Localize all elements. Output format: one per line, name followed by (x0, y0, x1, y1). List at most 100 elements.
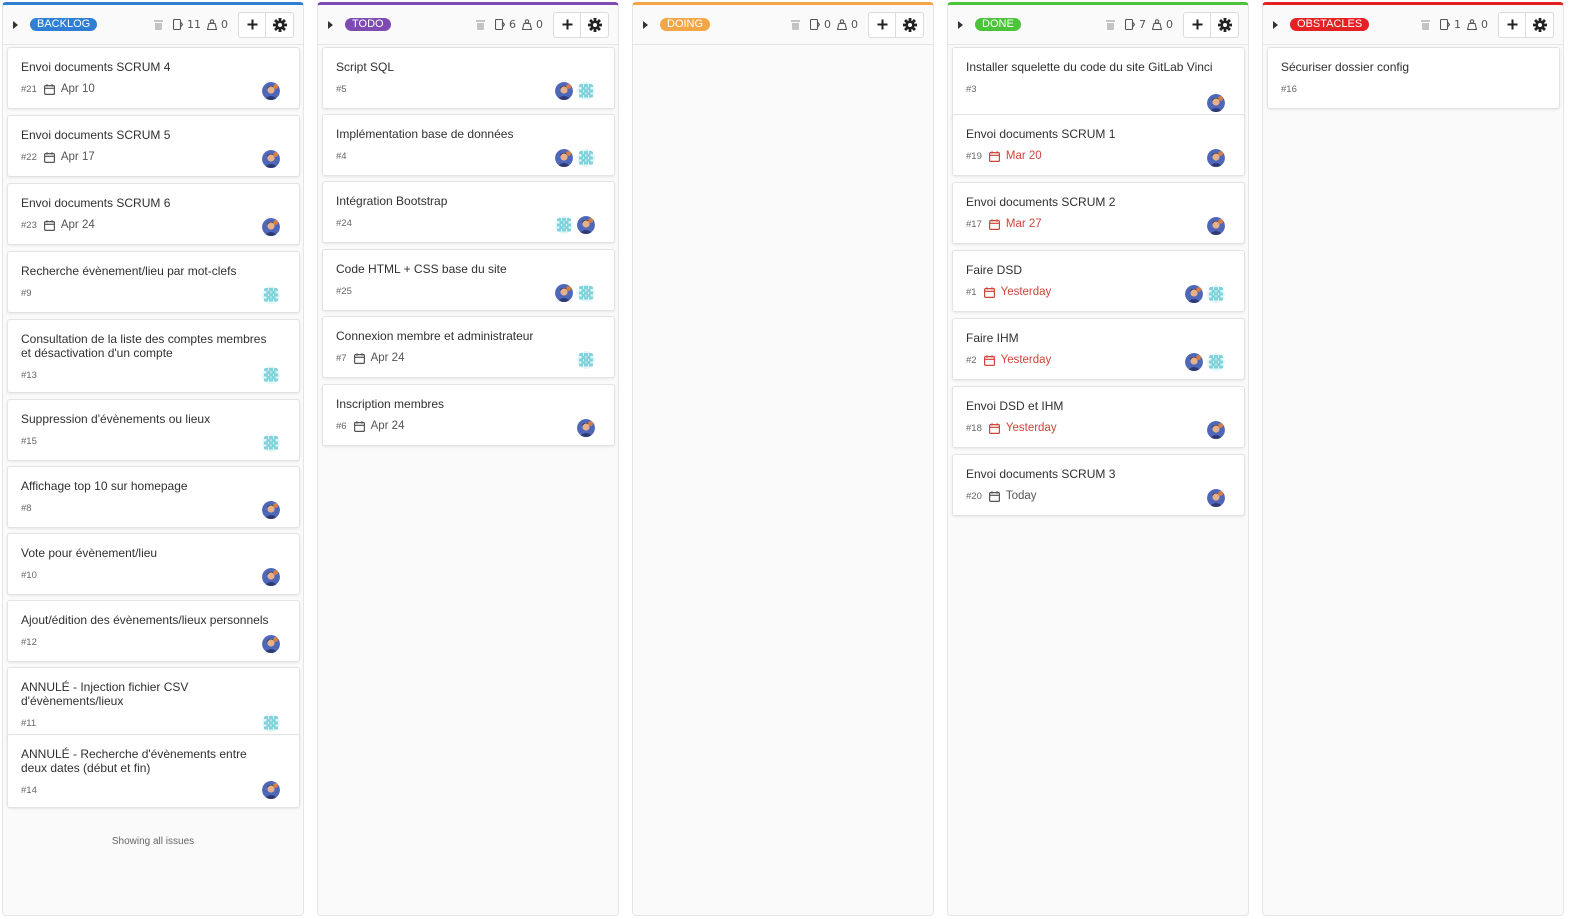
add-issue-button[interactable] (238, 11, 266, 38)
issue-card[interactable]: ANNULÉ - Injection fichier CSV d'évèneme… (7, 667, 300, 741)
avatar-identicon[interactable] (555, 216, 573, 234)
issue-title[interactable]: Suppression d'évènements ou lieux (21, 412, 285, 426)
issue-title[interactable]: ANNULÉ - Recherche d'évènements entre de… (21, 747, 285, 775)
trash-icon[interactable] (1421, 19, 1430, 30)
issue-card[interactable]: Vote pour évènement/lieu #10 (7, 533, 300, 595)
issue-title[interactable]: Code HTML + CSS base du site (336, 262, 600, 276)
add-issue-button[interactable] (1498, 11, 1526, 38)
avatar-identicon[interactable] (262, 286, 280, 304)
avatar-identicon[interactable] (1207, 353, 1225, 371)
caret-right-icon[interactable] (1273, 20, 1278, 29)
avatar-identicon[interactable] (262, 366, 280, 384)
avatar-person[interactable] (577, 419, 595, 437)
issue-title[interactable]: Envoi documents SCRUM 6 (21, 196, 285, 210)
issue-card[interactable]: Envoi documents SCRUM 6 #23 Apr 24 (7, 183, 300, 245)
issue-card[interactable]: Implémentation base de données #4 (322, 114, 615, 176)
issue-card[interactable]: Installer squelette du code du site GitL… (952, 47, 1245, 121)
avatar-identicon[interactable] (1207, 285, 1225, 303)
list-settings-button[interactable] (581, 11, 609, 38)
issue-title[interactable]: Recherche évènement/lieu par mot-clefs (21, 264, 285, 278)
issue-card[interactable]: Code HTML + CSS base du site #25 (322, 249, 615, 311)
avatar-identicon[interactable] (577, 82, 595, 100)
avatar-person[interactable] (577, 216, 595, 234)
issue-title[interactable]: Envoi documents SCRUM 4 (21, 60, 285, 74)
issue-card[interactable]: Faire DSD #1 Yesterday (952, 250, 1245, 312)
issue-title[interactable]: Implémentation base de données (336, 127, 600, 141)
issue-title[interactable]: Vote pour évènement/lieu (21, 546, 285, 560)
issue-card[interactable]: ANNULÉ - Recherche d'évènements entre de… (7, 734, 300, 808)
avatar-person[interactable] (555, 284, 573, 302)
avatar-person[interactable] (1207, 489, 1225, 507)
list-settings-button[interactable] (896, 11, 924, 38)
list-settings-button[interactable] (1211, 11, 1239, 38)
issue-title[interactable]: Connexion membre et administrateur (336, 329, 600, 343)
issue-title[interactable]: Faire IHM (966, 331, 1230, 345)
issue-card[interactable]: Envoi documents SCRUM 4 #21 Apr 10 (7, 47, 300, 109)
issue-card[interactable]: Suppression d'évènements ou lieux #15 (7, 399, 300, 461)
issue-title[interactable]: Intégration Bootstrap (336, 194, 600, 208)
avatar-person[interactable] (1207, 217, 1225, 235)
issue-title[interactable]: ANNULÉ - Injection fichier CSV d'évèneme… (21, 680, 285, 708)
issue-card[interactable]: Sécuriser dossier config #16 (1267, 47, 1560, 109)
avatar-person[interactable] (262, 781, 280, 799)
issue-title[interactable]: Installer squelette du code du site GitL… (966, 60, 1230, 74)
avatar-person[interactable] (1185, 285, 1203, 303)
issue-title[interactable]: Consultation de la liste des comptes mem… (21, 332, 285, 360)
issue-card[interactable]: Envoi documents SCRUM 5 #22 Apr 17 (7, 115, 300, 177)
avatar-identicon[interactable] (577, 284, 595, 302)
avatar-identicon[interactable] (262, 434, 280, 452)
issue-title[interactable]: Script SQL (336, 60, 600, 74)
issue-card[interactable]: Inscription membres #6 Apr 24 (322, 384, 615, 446)
issue-title[interactable]: Envoi documents SCRUM 1 (966, 127, 1230, 141)
issue-title[interactable]: Envoi documents SCRUM 2 (966, 195, 1230, 209)
avatar-person[interactable] (262, 635, 280, 653)
issue-title[interactable]: Envoi DSD et IHM (966, 399, 1230, 413)
issue-title[interactable]: Sécuriser dossier config (1281, 60, 1545, 74)
caret-right-icon[interactable] (643, 20, 648, 29)
avatar-person[interactable] (1185, 353, 1203, 371)
issue-card[interactable]: Intégration Bootstrap #24 (322, 181, 615, 243)
issue-title[interactable]: Envoi documents SCRUM 5 (21, 128, 285, 142)
issue-card[interactable]: Recherche évènement/lieu par mot-clefs #9 (7, 251, 300, 313)
avatar-person[interactable] (1207, 149, 1225, 167)
issue-title[interactable]: Affichage top 10 sur homepage (21, 479, 285, 493)
avatar-person[interactable] (262, 568, 280, 586)
add-issue-button[interactable] (1183, 11, 1211, 38)
caret-right-icon[interactable] (13, 20, 18, 29)
avatar-identicon[interactable] (262, 714, 280, 732)
avatar-identicon[interactable] (577, 149, 595, 167)
issue-title[interactable]: Inscription membres (336, 397, 600, 411)
trash-icon[interactable] (154, 19, 163, 30)
list-settings-button[interactable] (1526, 11, 1554, 38)
issue-title[interactable]: Faire DSD (966, 263, 1230, 277)
issue-card[interactable]: Affichage top 10 sur homepage #8 (7, 466, 300, 528)
avatar-identicon[interactable] (577, 351, 595, 369)
issue-card[interactable]: Envoi documents SCRUM 1 #19 Mar 20 (952, 114, 1245, 176)
trash-icon[interactable] (476, 19, 485, 30)
list-settings-button[interactable] (266, 11, 294, 38)
avatar-person[interactable] (555, 149, 573, 167)
issue-card[interactable]: Envoi documents SCRUM 3 #20 Today (952, 454, 1245, 516)
caret-right-icon[interactable] (328, 20, 333, 29)
issue-card[interactable]: Envoi documents SCRUM 2 #17 Mar 27 (952, 182, 1245, 244)
avatar-person[interactable] (262, 218, 280, 236)
caret-right-icon[interactable] (958, 20, 963, 29)
avatar-person[interactable] (1207, 421, 1225, 439)
trash-icon[interactable] (1106, 19, 1115, 30)
avatar-person[interactable] (262, 82, 280, 100)
add-issue-button[interactable] (868, 11, 896, 38)
avatar-person[interactable] (555, 82, 573, 100)
issue-card[interactable]: Faire IHM #2 Yesterday (952, 318, 1245, 380)
avatar-person[interactable] (262, 150, 280, 168)
issue-card[interactable]: Script SQL #5 (322, 47, 615, 109)
avatar-person[interactable] (262, 501, 280, 519)
issue-title[interactable]: Envoi documents SCRUM 3 (966, 467, 1230, 481)
issue-title[interactable]: Ajout/édition des évènements/lieux perso… (21, 613, 285, 627)
issue-card[interactable]: Envoi DSD et IHM #18 Yesterday (952, 386, 1245, 448)
add-issue-button[interactable] (553, 11, 581, 38)
issue-card[interactable]: Connexion membre et administrateur #7 Apr … (322, 316, 615, 378)
avatar-person[interactable] (1207, 94, 1225, 112)
trash-icon[interactable] (791, 19, 800, 30)
issue-card[interactable]: Consultation de la liste des comptes mem… (7, 319, 300, 393)
issue-card[interactable]: Ajout/édition des évènements/lieux perso… (7, 600, 300, 662)
